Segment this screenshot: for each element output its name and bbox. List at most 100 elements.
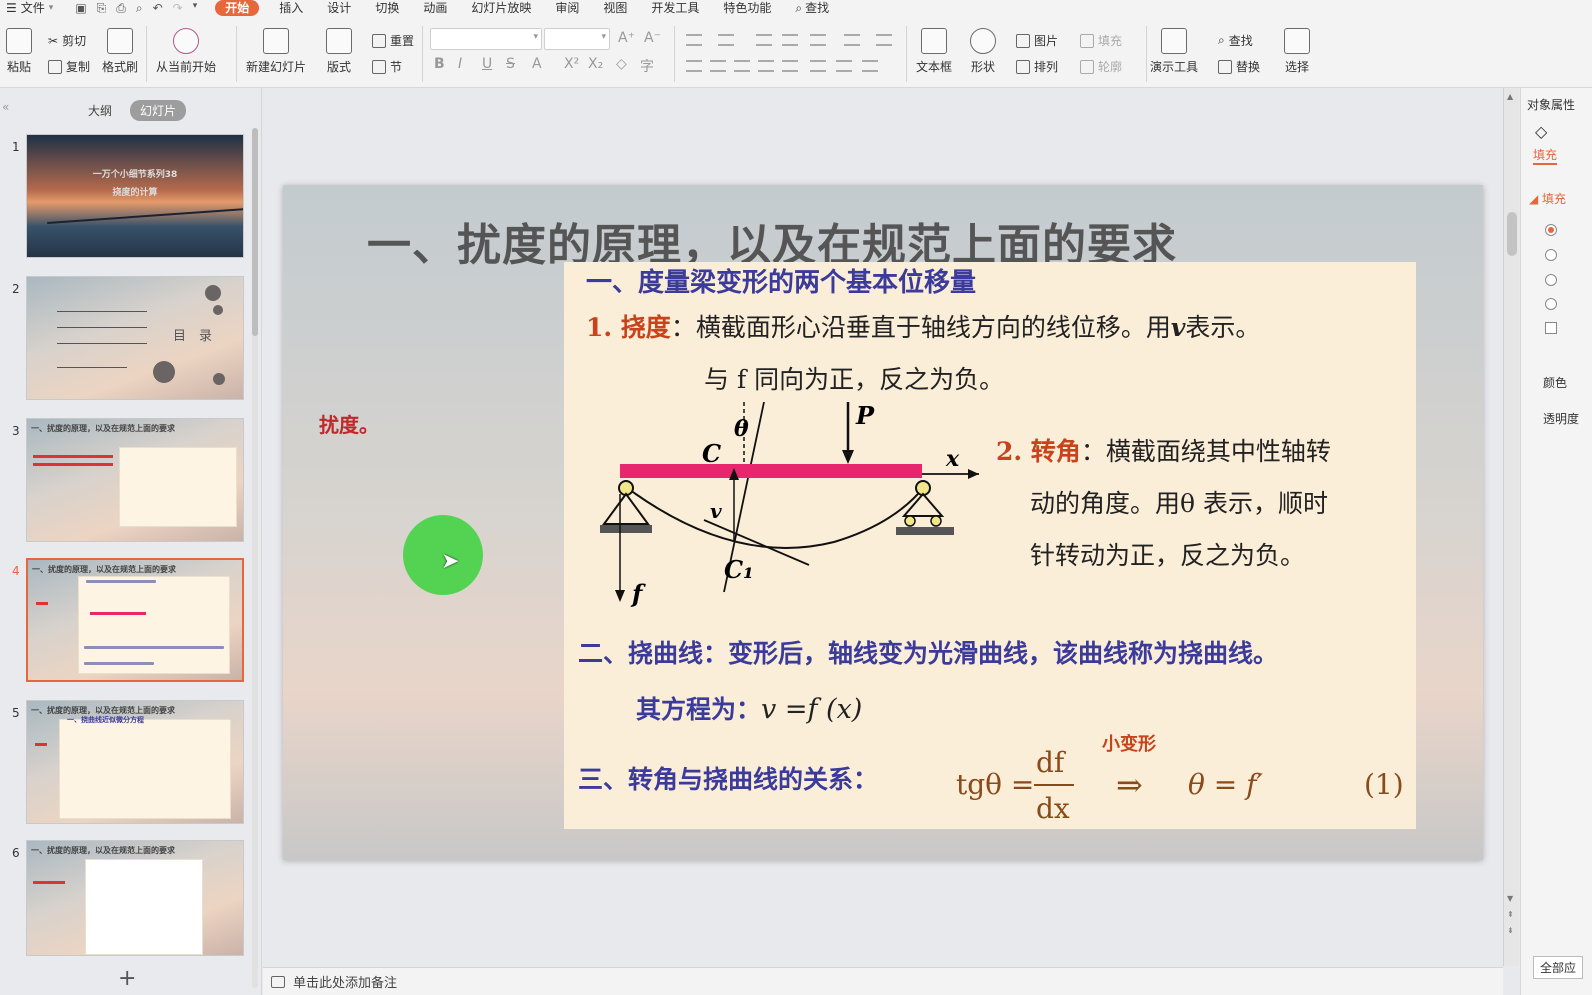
bold-icon[interactable]: B: [434, 56, 445, 72]
slide-thumbnail-3[interactable]: 一、扰度的原理，以及在规范上面的要求: [26, 418, 244, 542]
fill-option-radio[interactable]: [1545, 298, 1557, 310]
fill-button[interactable]: 填充: [1080, 32, 1122, 49]
add-slide-button[interactable]: +: [118, 966, 136, 991]
side-note-text[interactable]: 扰度。: [319, 409, 379, 438]
cut-button[interactable]: ✂ 剪切: [48, 32, 86, 49]
notes-bar[interactable]: 单击此处添加备注: [263, 967, 1503, 995]
print-icon[interactable]: ⎙: [116, 1, 126, 16]
tab-special[interactable]: 特色功能: [711, 0, 783, 16]
tab-home[interactable]: 开始: [215, 0, 260, 16]
subscript-icon[interactable]: X₂: [588, 56, 603, 72]
slide-thumbnail-5[interactable]: 一、扰度的原理，以及在规范上面的要求 一、挠曲线近似微分方程: [26, 700, 244, 824]
textbox-icon: [921, 28, 947, 54]
phonetic-icon[interactable]: 字: [640, 56, 654, 76]
apply-all-button[interactable]: 全部应: [1533, 956, 1584, 979]
clear-format-icon[interactable]: ◇: [616, 56, 627, 72]
fill-bucket-icon[interactable]: ◇: [1535, 122, 1547, 141]
from-current-button[interactable]: 从当前开始: [156, 28, 216, 75]
align-center-icon[interactable]: [710, 60, 726, 72]
find-button[interactable]: ⌕ 查找: [1218, 32, 1253, 49]
thumbnail-scrollbar[interactable]: [252, 128, 258, 988]
tab-outline[interactable]: 大纲: [78, 100, 122, 121]
tab-design[interactable]: 设计: [315, 0, 363, 16]
fill-section-header[interactable]: ◢ 填充: [1529, 190, 1566, 207]
tab-fill[interactable]: 填充: [1533, 146, 1558, 165]
line-spacing-icon[interactable]: [876, 34, 892, 46]
italic-icon[interactable]: I: [458, 56, 462, 72]
numbering-icon[interactable]: [718, 34, 734, 46]
content-card[interactable]: 一、度量梁变形的两个基本位移量 1. 挠度：横截面形心沿垂直于轴线方向的线位移。…: [564, 262, 1416, 829]
next-slide-icon[interactable]: ⇟: [1507, 926, 1514, 935]
reset-button[interactable]: 重置: [372, 32, 414, 49]
prev-slide-icon[interactable]: ⇞: [1507, 910, 1514, 919]
current-slide[interactable]: 一、扰度的原理，以及在规范上面的要求 扰度。 ➤ 一、度量梁变形的两个基本位移量…: [283, 185, 1483, 860]
superscript-icon[interactable]: X²: [564, 56, 579, 72]
slide-thumbnail-4[interactable]: 一、扰度的原理，以及在规范上面的要求: [26, 558, 244, 682]
columns-icon[interactable]: [810, 60, 826, 72]
section-button[interactable]: 节: [372, 58, 402, 75]
canvas-scrollbar[interactable]: ▲ ▼ ⇞ ⇟: [1503, 88, 1519, 966]
new-slide-button[interactable]: 新建幻灯片: [246, 28, 306, 75]
fill-option-radio[interactable]: [1545, 274, 1557, 286]
tab-slides[interactable]: 幻灯片: [130, 100, 187, 121]
select-button[interactable]: 选择: [1284, 28, 1310, 75]
tab-developer[interactable]: 开发工具: [639, 0, 711, 16]
align-text-icon[interactable]: [844, 34, 860, 46]
indent-decrease-icon[interactable]: [756, 34, 772, 46]
copy-button[interactable]: 复制: [48, 58, 90, 75]
tab-review[interactable]: 审阅: [543, 0, 591, 16]
preview-icon[interactable]: ⌕: [136, 1, 143, 16]
paragraph-icon[interactable]: [862, 60, 878, 72]
slide-thumbnail-6[interactable]: 一、扰度的原理，以及在规范上面的要求: [26, 840, 244, 956]
hide-background-checkbox[interactable]: [1545, 322, 1557, 334]
export-icon[interactable]: ⎘: [97, 1, 107, 16]
tab-transitions[interactable]: 切换: [363, 0, 411, 16]
scroll-up-icon[interactable]: ▲: [1507, 92, 1513, 101]
redo-icon[interactable]: ↷: [173, 1, 183, 16]
text-direction-icon[interactable]: [810, 34, 826, 46]
justify-icon[interactable]: [758, 60, 774, 72]
undo-icon[interactable]: ↶: [153, 1, 163, 16]
replace-button[interactable]: 替换: [1218, 58, 1260, 75]
present-tools-button[interactable]: 演示工具: [1150, 28, 1198, 75]
grow-font-icon[interactable]: A⁺: [618, 30, 635, 46]
file-menu[interactable]: ☰ 文件 ▾: [0, 0, 65, 16]
collapse-panel-icon[interactable]: «: [2, 100, 9, 114]
tab-insert[interactable]: 插入: [267, 0, 315, 16]
font-color-icon[interactable]: A: [532, 56, 542, 72]
strikethrough-icon[interactable]: S: [506, 56, 515, 72]
customize-icon[interactable]: ▾: [193, 1, 198, 16]
paste-button[interactable]: 粘贴: [6, 28, 32, 75]
picture-button[interactable]: 图片: [1016, 32, 1058, 49]
underline-icon[interactable]: U: [482, 56, 492, 72]
font-family-select[interactable]: [430, 28, 542, 50]
slide-thumbnail-1[interactable]: 一万个小细节系列38 挠度的计算: [26, 134, 244, 258]
notes-placeholder[interactable]: 单击此处添加备注: [293, 972, 397, 991]
shrink-font-icon[interactable]: A⁻: [644, 30, 661, 46]
scroll-thumb[interactable]: [252, 128, 258, 336]
textbox-button[interactable]: 文本框: [916, 28, 952, 75]
spacing-icon[interactable]: [836, 60, 852, 72]
play-icon: [173, 28, 199, 54]
slide-thumbnail-2[interactable]: 目 录: [26, 276, 244, 400]
layout-button[interactable]: 版式: [326, 28, 352, 75]
arrange-button[interactable]: 排列: [1016, 58, 1058, 75]
tab-slideshow[interactable]: 幻灯片放映: [459, 0, 543, 16]
find-search[interactable]: ⌕ 查找: [783, 0, 841, 16]
scroll-down-icon[interactable]: ▼: [1507, 894, 1513, 903]
format-painter-button[interactable]: 格式刷: [102, 28, 138, 75]
tab-view[interactable]: 视图: [591, 0, 639, 16]
tab-animations[interactable]: 动画: [411, 0, 459, 16]
scroll-thumb[interactable]: [1507, 212, 1517, 256]
indent-increase-icon[interactable]: [782, 34, 798, 46]
fill-option-radio[interactable]: [1545, 249, 1557, 261]
outline-button[interactable]: 轮廓: [1080, 58, 1122, 75]
bullets-icon[interactable]: [686, 34, 702, 46]
align-right-icon[interactable]: [734, 60, 750, 72]
align-left-icon[interactable]: [686, 60, 702, 72]
fill-option-radio[interactable]: [1545, 224, 1557, 236]
shape-button[interactable]: 形状: [970, 28, 996, 75]
font-size-select[interactable]: [544, 28, 610, 50]
save-icon[interactable]: ▣: [75, 1, 86, 16]
distribute-icon[interactable]: [782, 60, 798, 72]
